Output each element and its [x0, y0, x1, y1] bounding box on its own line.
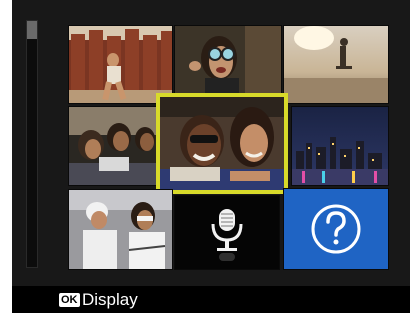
photo-thumbnail-white-outfits[interactable] — [68, 189, 173, 270]
selected-photo-thumbnail[interactable] — [156, 93, 288, 194]
voice-memo-tile[interactable] — [174, 195, 280, 270]
photo-thumbnail-friends[interactable] — [68, 106, 158, 186]
display-action-label: Display — [82, 290, 138, 309]
photo-thumbnail-sunglasses[interactable] — [174, 25, 282, 96]
scrollbar[interactable] — [26, 20, 38, 268]
photo-thumbnail-skateboarder[interactable] — [283, 25, 389, 104]
microphone-icon — [211, 209, 243, 261]
bottom-hint-bar: OK Display — [12, 286, 410, 313]
photo-thumbnail-city-night[interactable] — [291, 106, 389, 186]
question-mark-icon — [311, 204, 361, 254]
camera-screen: OK Display — [12, 0, 410, 313]
ok-button-icon: OK — [59, 293, 80, 307]
scrollbar-thumb[interactable] — [27, 21, 37, 39]
help-tile[interactable] — [283, 188, 389, 270]
